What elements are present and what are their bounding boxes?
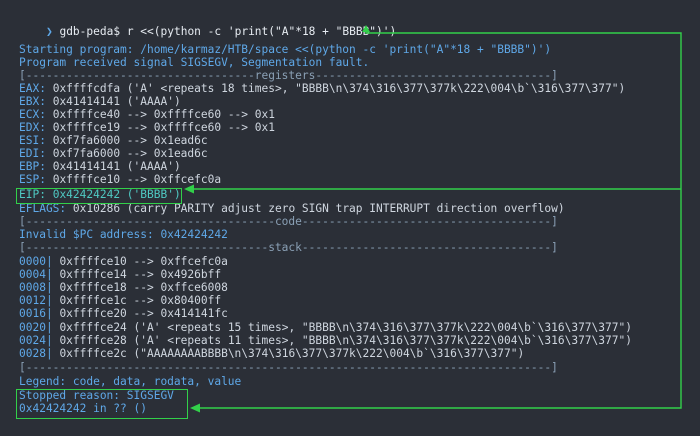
annotation-line	[198, 30, 682, 409]
arrow-head-stopped-icon	[190, 403, 200, 413]
arrow-head-eip-icon	[184, 184, 194, 194]
terminal-window[interactable]: ❯ gdb-peda$ r <<(python -c 'print("A"*18…	[0, 0, 700, 436]
annotation-arrows	[184, 25, 682, 413]
arrow-head-command-icon	[362, 25, 370, 32]
